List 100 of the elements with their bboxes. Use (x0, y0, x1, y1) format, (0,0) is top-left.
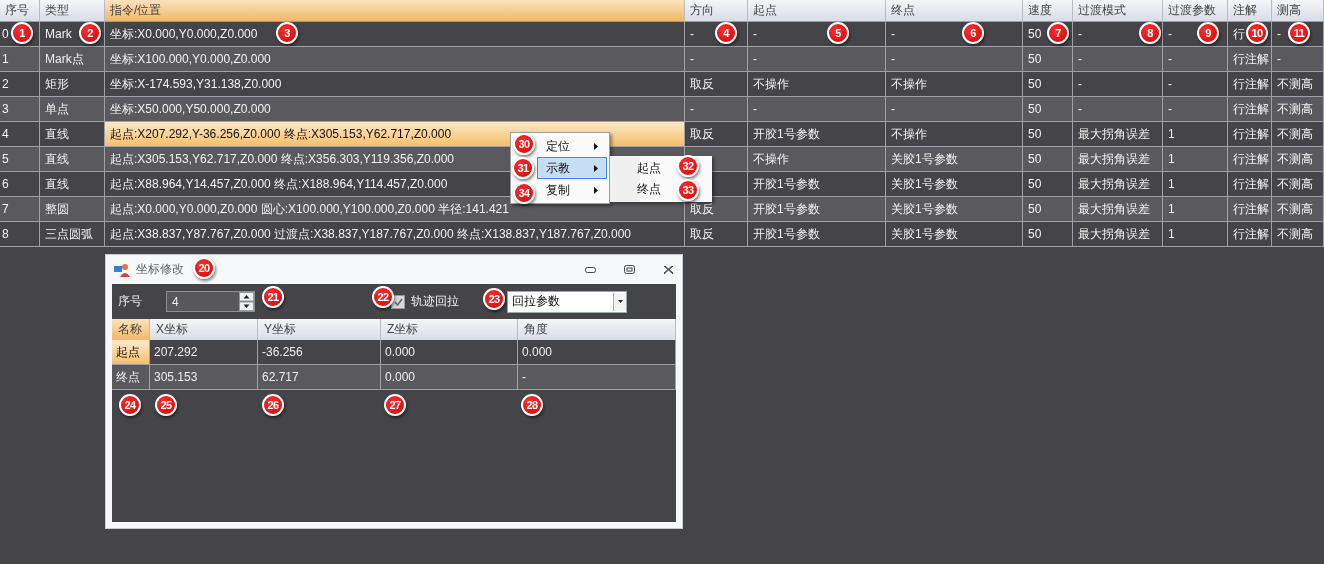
menu-item[interactable]: 示教 (537, 157, 607, 179)
table-cell: 取反 (685, 72, 748, 97)
table-cell: 50 (1023, 172, 1073, 197)
table-cell: - (1163, 72, 1228, 97)
table-cell: 0.000 (518, 340, 676, 365)
table-cell: 三点圆弧 (40, 222, 105, 247)
table-cell: 4 (0, 122, 40, 147)
table-cell: 不操作 (748, 72, 886, 97)
checkmark-icon (393, 297, 403, 306)
table-cell: 单点 (40, 97, 105, 122)
user-icon (114, 262, 130, 277)
column-header[interactable]: X坐标 (150, 319, 258, 340)
table-cell: 整圆 (40, 197, 105, 222)
column-header[interactable]: 速度 (1023, 0, 1073, 22)
row-header[interactable]: 终点 (112, 365, 150, 390)
table-cell: 50 (1023, 197, 1073, 222)
table-cell: 1 (1163, 122, 1228, 147)
table-cell: 不测高 (1272, 97, 1324, 122)
table-cell: 矩形 (40, 72, 105, 97)
table-cell: 不测高 (1272, 122, 1324, 147)
table-cell: 关胶1号参数 (886, 222, 1023, 247)
column-header[interactable]: 测高 (1272, 0, 1324, 22)
table-cell: 8 (0, 222, 40, 247)
table-cell: 起点:X0.000,Y0.000,Z0.000 圆心:X100.000,Y100.000,Z0.000 半径:141.421 (105, 197, 685, 222)
table-cell: 207.292 (150, 340, 258, 365)
table-cell: 取反 (685, 197, 748, 222)
table-cell: - (1272, 47, 1324, 72)
column-header[interactable]: 指令/位置 (105, 0, 685, 22)
column-header[interactable]: Z坐标 (381, 319, 518, 340)
submenu-arrow-icon (594, 164, 598, 172)
submenu-arrow-icon (594, 142, 598, 150)
table-cell: - (685, 97, 748, 122)
table-cell: 5 (0, 147, 40, 172)
table-cell: 行注解 (1228, 97, 1272, 122)
table-cell: 行注解 (1228, 47, 1272, 72)
column-header[interactable]: 起点 (748, 0, 886, 22)
table-cell: 坐标:X-174.593,Y31.138,Z0.000 (105, 72, 685, 97)
minimize-icon[interactable] (585, 266, 596, 273)
column-header[interactable]: 过渡参数 (1163, 0, 1228, 22)
table-cell: - (886, 47, 1023, 72)
table-cell: 50 (1023, 122, 1073, 147)
checkbox-label[interactable]: 轨迹回拉 (411, 293, 459, 310)
table-cell: 开胶1号参数 (748, 222, 886, 247)
column-header[interactable]: 类型 (40, 0, 105, 22)
table-cell: -36.256 (258, 340, 381, 365)
table-cell: 行注解 (1228, 222, 1272, 247)
table-cell: - (1073, 72, 1163, 97)
column-header[interactable]: 角度 (518, 319, 676, 340)
checkbox[interactable] (391, 294, 405, 309)
menu-item[interactable]: 终点 (612, 179, 674, 200)
table-cell: - (748, 47, 886, 72)
column-header[interactable]: 注解 (1228, 0, 1272, 22)
column-header[interactable]: 名称 (112, 319, 150, 340)
window-title: 坐标修改 (136, 262, 184, 277)
table-cell: 不操作 (748, 147, 886, 172)
table-cell: 坐标:X50.000,Y50.000,Z0.000 (105, 97, 685, 122)
table-cell: 最大拐角误差 (1073, 147, 1163, 172)
table-cell: - (1073, 97, 1163, 122)
table-cell: 1 (0, 47, 40, 72)
row-header[interactable]: 起点 (112, 340, 150, 365)
table-cell: 取反 (685, 122, 748, 147)
table-cell: 直线 (40, 172, 105, 197)
table-cell: 62.717 (258, 365, 381, 390)
table-cell: 0.000 (381, 340, 518, 365)
table-cell: 最大拐角误差 (1073, 197, 1163, 222)
table-cell: 不测高 (1272, 72, 1324, 97)
maximize-icon[interactable] (624, 265, 635, 274)
table-cell: 不测高 (1272, 147, 1324, 172)
table-cell: - (685, 47, 748, 72)
table-cell: 50 (1023, 47, 1073, 72)
column-header[interactable]: 序号 (0, 0, 40, 22)
table-cell: 行注解 (1228, 72, 1272, 97)
table-cell: 1 (1163, 147, 1228, 172)
table-cell: 不测高 (1272, 197, 1324, 222)
column-header[interactable]: Y坐标 (258, 319, 381, 340)
spin-arrows-icon[interactable] (239, 292, 254, 311)
table-cell: - (1163, 97, 1228, 122)
table-cell: 6 (0, 172, 40, 197)
table-cell: Mark点 (40, 47, 105, 72)
number-spinbox[interactable]: 4 (166, 291, 255, 312)
table-cell: - (886, 97, 1023, 122)
table-cell: 行注解 (1228, 147, 1272, 172)
table-cell: 不测高 (1272, 172, 1324, 197)
table-cell: 3 (0, 97, 40, 122)
table-cell: 行注解 (1228, 122, 1272, 147)
table-cell: 50 (1023, 72, 1073, 97)
table-cell: 关胶1号参数 (886, 147, 1023, 172)
column-header[interactable]: 过渡模式 (1073, 0, 1163, 22)
table-cell: 最大拐角误差 (1073, 172, 1163, 197)
column-header[interactable]: 方向 (685, 0, 748, 22)
close-icon[interactable] (663, 264, 674, 275)
table-cell: 行注解 (1228, 172, 1272, 197)
dropdown[interactable]: 回拉参数 (507, 290, 627, 313)
dropdown-arrow-icon (617, 300, 623, 303)
column-header[interactable]: 终点 (886, 0, 1023, 22)
table-cell: 不操作 (886, 122, 1023, 147)
table-cell: - (748, 97, 886, 122)
table-cell: 1 (1163, 172, 1228, 197)
submenu-arrow-icon (594, 186, 598, 194)
table-cell: 开胶1号参数 (748, 197, 886, 222)
